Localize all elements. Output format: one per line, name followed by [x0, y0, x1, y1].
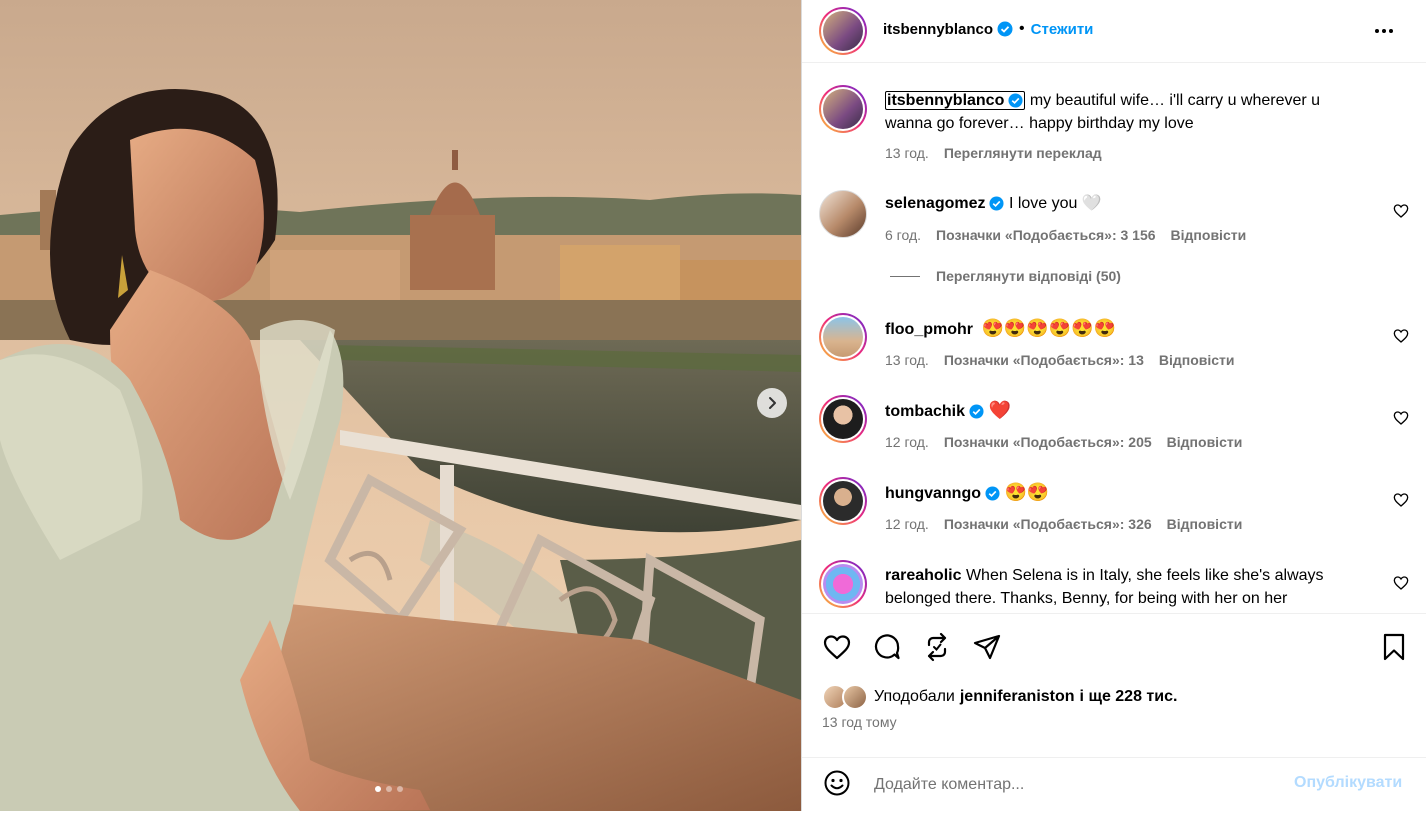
- comment-avatar[interactable]: [819, 395, 867, 443]
- comment-avatar[interactable]: [819, 190, 867, 238]
- caption-text-block: itsbennyblanco my beautiful wife… i'll c…: [885, 89, 1365, 135]
- publish-button[interactable]: Опублікувати: [1294, 774, 1402, 792]
- ellipsis-icon[interactable]: [1371, 21, 1397, 41]
- share-send-icon[interactable]: [972, 632, 1002, 662]
- post-actions: Уподобали jenniferaniston і ще 228 тис. …: [802, 613, 1426, 812]
- comment-reply-button[interactable]: Відповісти: [1167, 434, 1243, 450]
- carousel-dot-1: [375, 786, 381, 792]
- comments-list[interactable]: itsbennyblanco my beautiful wife… i'll c…: [802, 63, 1426, 613]
- comment-reply-button[interactable]: Відповісти: [1159, 352, 1235, 368]
- author-avatar[interactable]: [819, 7, 867, 55]
- comment-reply-button[interactable]: Відповісти: [1167, 516, 1243, 532]
- emoji-icon[interactable]: [822, 768, 852, 798]
- comment-time[interactable]: 6 год.: [885, 227, 921, 243]
- view-replies-button[interactable]: Переглянути відповіді (50): [890, 268, 1121, 284]
- chevron-right-icon: [769, 397, 776, 409]
- comment-likes-count[interactable]: Позначки «Подобається»: 205: [944, 434, 1152, 450]
- verified-badge-icon: [997, 21, 1013, 37]
- view-replies-label[interactable]: Переглянути відповіді (50): [936, 268, 1121, 284]
- comment-text-block: rareaholic When Selena is in Italy, she …: [885, 564, 1365, 610]
- caption-meta: 13 год. Переглянути переклад: [885, 145, 1102, 161]
- comment-username[interactable]: selenagomez: [885, 195, 985, 212]
- comment-reply-button[interactable]: Відповісти: [1171, 227, 1247, 243]
- verified-badge-icon: [969, 404, 984, 419]
- replies-divider-line: [890, 275, 920, 277]
- comment-avatar[interactable]: [819, 560, 867, 608]
- like-heart-icon[interactable]: [822, 632, 852, 662]
- bookmark-icon[interactable]: [1379, 632, 1409, 662]
- comment-text-block: hungvanngo 😍😍: [885, 481, 1365, 505]
- comment-input[interactable]: [872, 772, 1266, 798]
- repost-icon[interactable]: [922, 632, 952, 662]
- comment-username[interactable]: floo_pmohr: [885, 321, 973, 338]
- post-header: itsbennyblanco • Стежити: [802, 0, 1426, 63]
- comment-text: 😍😍😍😍😍😍: [981, 318, 1116, 338]
- likes-prefix: Уподобали: [874, 688, 955, 705]
- comment-like-heart-icon[interactable]: [1393, 410, 1409, 426]
- comment-text: ❤️: [988, 400, 1011, 420]
- carousel-next-button[interactable]: [757, 388, 787, 418]
- author-username[interactable]: itsbennyblanco: [883, 21, 993, 38]
- post-time[interactable]: 13 год тому: [822, 714, 897, 730]
- comment-like-heart-icon[interactable]: [1393, 575, 1409, 591]
- comment-meta: 12 год. Позначки «Подобається»: 326 Відп…: [885, 516, 1242, 532]
- add-comment-bar: Опублікувати: [802, 757, 1426, 813]
- verified-badge-icon: [985, 486, 1000, 501]
- comment-text: I love you 🤍: [1008, 195, 1102, 212]
- comment-avatar[interactable]: [819, 313, 867, 361]
- verified-badge-icon: [1008, 93, 1023, 108]
- follow-button[interactable]: Стежити: [1031, 21, 1094, 38]
- comment-time[interactable]: 12 год.: [885, 434, 929, 450]
- likes-count[interactable]: і ще 228 тис.: [1080, 688, 1178, 706]
- verified-badge-icon: [989, 196, 1005, 211]
- caption-username[interactable]: itsbennyblanco: [887, 92, 1004, 109]
- carousel-dot-2: [386, 786, 392, 792]
- comment-time[interactable]: 12 год.: [885, 516, 929, 532]
- photo-scene: [0, 0, 801, 811]
- comment-bubble-icon[interactable]: [872, 632, 902, 662]
- comment-time[interactable]: 13 год.: [885, 352, 929, 368]
- caption-avatar[interactable]: [819, 85, 867, 133]
- comment-likes-count[interactable]: Позначки «Подобається»: 3 156: [936, 227, 1156, 243]
- comment-like-heart-icon[interactable]: [1393, 203, 1409, 219]
- comment-like-heart-icon[interactable]: [1393, 328, 1409, 344]
- post-photo: [0, 0, 801, 811]
- comment-text-block: selenagomez I love you 🤍: [885, 192, 1365, 215]
- comment-meta: 6 год. Позначки «Подобається»: 3 156 Від…: [885, 227, 1246, 243]
- comment-text: 😍😍: [1004, 482, 1050, 502]
- comment-likes-count[interactable]: Позначки «Подобається»: 13: [944, 352, 1144, 368]
- likes-summary: Уподобали jenniferaniston і ще 228 тис.: [822, 684, 1177, 710]
- comment-like-heart-icon[interactable]: [1393, 492, 1409, 508]
- liker-avatar[interactable]: [842, 684, 868, 710]
- carousel-indicator: [375, 786, 403, 792]
- comment-avatar[interactable]: [819, 477, 867, 525]
- carousel-dot-3: [397, 786, 403, 792]
- comment-meta: 13 год. Позначки «Подобається»: 13 Відпо…: [885, 352, 1235, 368]
- comment-text-block: tombachik ❤️: [885, 399, 1365, 423]
- follow-separator: •: [1019, 20, 1025, 37]
- comment-username[interactable]: rareaholic: [885, 567, 961, 584]
- likes-user[interactable]: jenniferaniston: [960, 688, 1075, 706]
- comment-likes-count[interactable]: Позначки «Подобається»: 326: [944, 516, 1152, 532]
- comment-meta: 12 год. Позначки «Подобається»: 205 Відп…: [885, 434, 1242, 450]
- post-side-panel: itsbennyblanco • Стежити itsbennyblanco: [801, 0, 1426, 811]
- comment-username[interactable]: hungvanngo: [885, 485, 981, 502]
- comment-username[interactable]: tombachik: [885, 403, 965, 420]
- comment-text-block: floo_pmohr 😍😍😍😍😍😍: [885, 317, 1365, 341]
- see-translation-button[interactable]: Переглянути переклад: [944, 145, 1102, 161]
- caption-time[interactable]: 13 год.: [885, 145, 929, 161]
